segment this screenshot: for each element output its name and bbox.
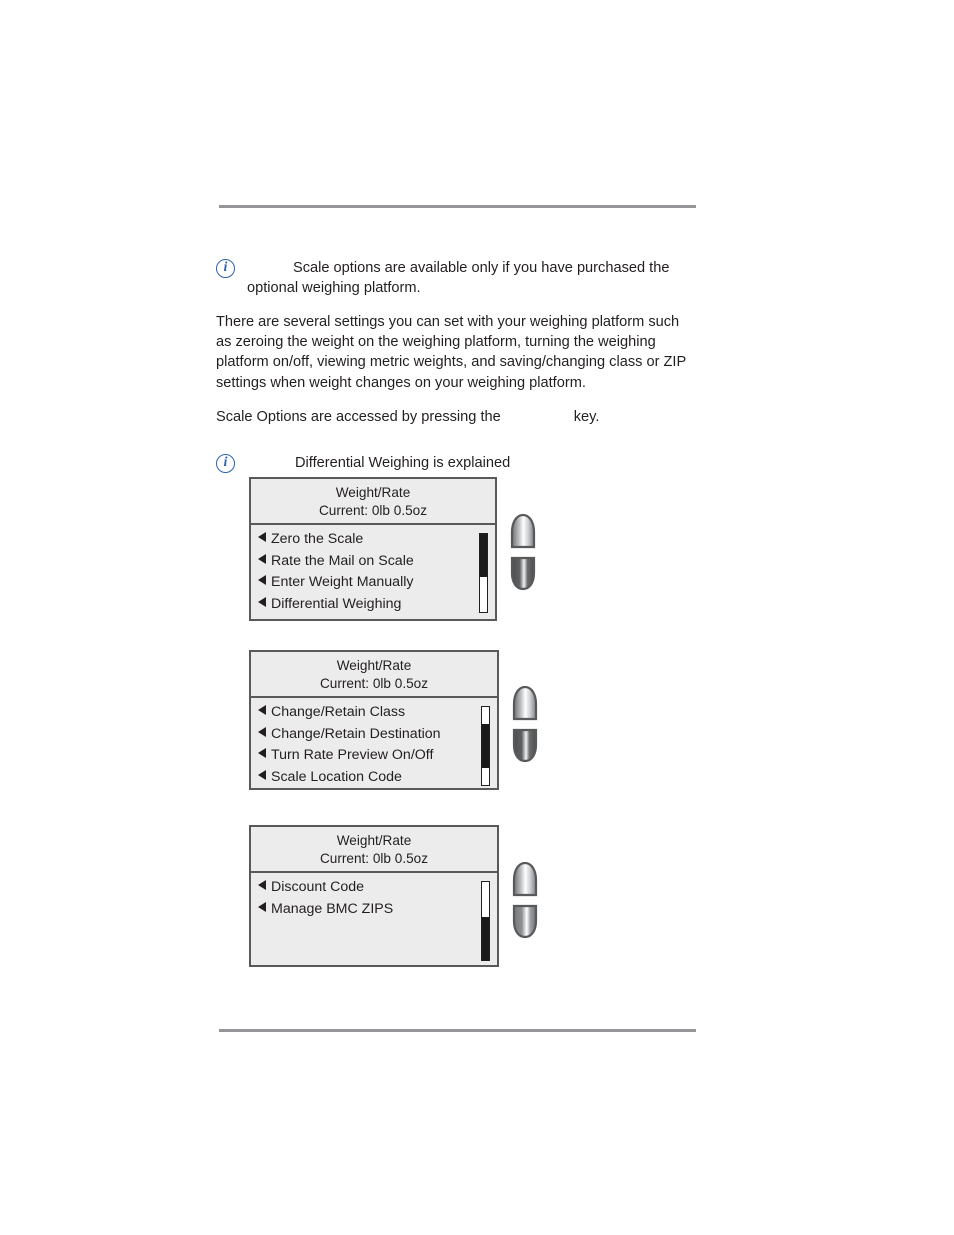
lcd-header-1: Weight/Rate Current: 0lb 0.5oz	[251, 479, 495, 525]
lcd-screen-1: Weight/Rate Current: 0lb 0.5oz Zero the …	[249, 477, 497, 621]
footer-rule	[219, 1029, 696, 1032]
key-instruction-line: Scale Options are accessed by pressing t…	[216, 407, 686, 427]
body-content: i Scale options are available only if yo…	[216, 258, 686, 487]
scrollbar-thumb[interactable]	[480, 534, 487, 577]
list-item[interactable]: Enter Weight Manually	[251, 572, 495, 594]
scroll-keys-1	[509, 514, 539, 591]
scroll-down-key[interactable]	[511, 903, 539, 939]
lcd-menu-3: Discount Code Manage BMC ZIPS	[251, 873, 497, 965]
left-triangle-icon	[258, 705, 266, 715]
key-graphic-placeholder	[501, 409, 574, 425]
left-triangle-icon	[258, 575, 266, 585]
scroll-keys-2	[511, 686, 541, 763]
key-instruction-before: Scale Options are accessed by pressing t…	[216, 408, 501, 425]
list-item-label: Enter Weight Manually	[271, 574, 414, 590]
note-text: Scale options are available only if you …	[247, 260, 670, 296]
list-item[interactable]: Manage BMC ZIPS	[251, 899, 497, 921]
list-item[interactable]: Discount Code	[251, 877, 497, 899]
lcd-title: Weight/Rate	[336, 658, 412, 673]
left-triangle-icon	[258, 596, 266, 607]
header-rule	[219, 205, 696, 208]
lcd-subtitle: Current: 0lb 0.5oz	[318, 502, 428, 518]
scrollbar-thumb[interactable]	[482, 724, 489, 768]
lcd-title: Weight/Rate	[336, 833, 412, 848]
list-item-label: Rate the Mail on Scale	[271, 552, 414, 569]
info-icon: i	[216, 259, 235, 278]
list-item-label: Manage BMC ZIPS	[271, 900, 394, 917]
list-item-label: Differential Weighing	[271, 595, 402, 612]
scrollbar[interactable]	[481, 706, 490, 786]
list-item-label: Turn Rate Preview On/Off	[271, 747, 434, 763]
scroll-up-key[interactable]	[511, 686, 539, 722]
scroll-down-key[interactable]	[511, 727, 539, 763]
left-triangle-icon	[258, 532, 266, 542]
lcd-menu-2: Change/Retain Class Change/Retain Destin…	[251, 698, 497, 788]
list-item[interactable]: Scale Location Code	[251, 767, 497, 789]
list-item[interactable]: Turn Rate Preview On/Off	[251, 745, 497, 767]
list-item-label: Change/Retain Class	[271, 704, 406, 720]
key-instruction-after: key.	[573, 408, 600, 425]
left-triangle-icon	[258, 553, 266, 564]
scrollbar[interactable]	[481, 881, 490, 961]
note-scale-options: i Scale options are available only if yo…	[216, 258, 686, 298]
scrollbar[interactable]	[479, 533, 488, 613]
list-item[interactable]: Zero the Scale	[251, 529, 495, 551]
manual-page: i Scale options are available only if yo…	[0, 0, 954, 1235]
lcd-screen-3: Weight/Rate Current: 0lb 0.5oz Discount …	[249, 825, 499, 967]
info-icon: i	[216, 454, 235, 474]
left-triangle-icon	[258, 901, 266, 912]
list-item[interactable]: Differential Weighing	[251, 594, 495, 616]
left-triangle-icon	[258, 880, 266, 890]
left-triangle-icon	[258, 748, 266, 758]
scrollbar-thumb[interactable]	[482, 917, 489, 960]
list-item[interactable]: Change/Retain Destination	[251, 724, 497, 746]
list-item-label: Discount Code	[271, 879, 365, 895]
note-text: Differential Weighing is explained	[295, 455, 511, 472]
list-item-label: Change/Retain Destination	[271, 725, 441, 742]
list-item[interactable]: Rate the Mail on Scale	[251, 551, 495, 573]
lcd-header-2: Weight/Rate Current: 0lb 0.5oz	[251, 652, 497, 698]
scroll-up-key[interactable]	[511, 862, 539, 898]
lcd-menu-1: Zero the Scale Rate the Mail on Scale En…	[251, 525, 495, 619]
left-triangle-icon	[258, 726, 266, 737]
list-item-label: Scale Location Code	[271, 768, 402, 785]
lcd-screen-2: Weight/Rate Current: 0lb 0.5oz Change/Re…	[249, 650, 499, 790]
lcd-title: Weight/Rate	[335, 485, 411, 500]
lcd-header-3: Weight/Rate Current: 0lb 0.5oz	[251, 827, 497, 873]
lcd-subtitle: Current: 0lb 0.5oz	[319, 850, 429, 866]
left-triangle-icon	[258, 769, 266, 780]
scroll-down-key[interactable]	[509, 555, 537, 591]
scroll-keys-3	[511, 862, 541, 939]
list-item[interactable]: Change/Retain Class	[251, 702, 497, 724]
lcd-subtitle: Current: 0lb 0.5oz	[319, 675, 429, 691]
scroll-up-key[interactable]	[509, 514, 537, 550]
list-item-label: Zero the Scale	[271, 531, 364, 547]
paragraph-settings-overview: There are several settings you can set w…	[216, 314, 686, 391]
note-differential-weighing: i Differential Weighing is explained	[216, 453, 686, 474]
